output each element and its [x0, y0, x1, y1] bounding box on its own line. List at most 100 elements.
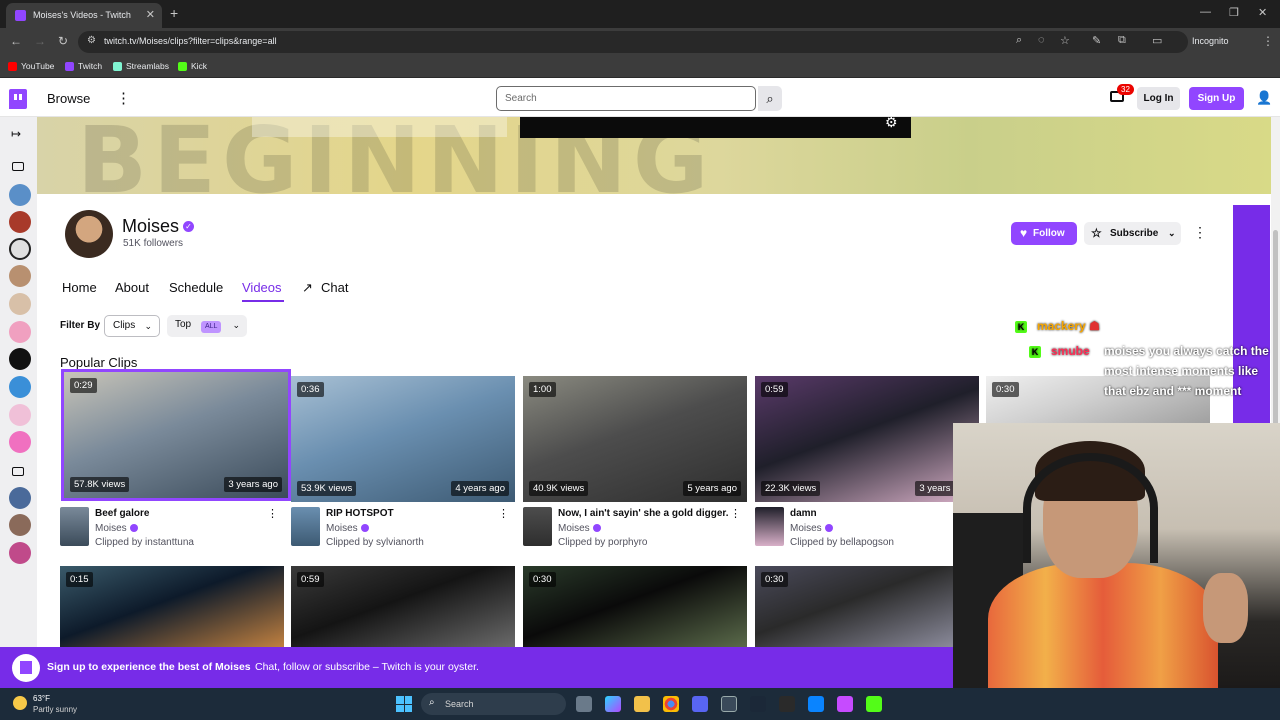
signup-banner[interactable]: Sign up to experience the best of Moises… — [0, 647, 953, 688]
browse-link[interactable]: Browse — [47, 91, 90, 106]
clip-more-icon[interactable]: ⋮ — [267, 507, 278, 520]
windows-start-icon[interactable] — [396, 696, 412, 712]
task-view-icon[interactable] — [576, 696, 592, 712]
app-icon[interactable] — [837, 696, 853, 712]
tab-chat[interactable]: Chat — [321, 280, 348, 295]
signup-button[interactable]: Sign Up — [1189, 87, 1244, 110]
filter-type-dropdown[interactable]: Clips ⌄ — [104, 315, 160, 337]
tab-about[interactable]: About — [115, 280, 149, 295]
tab-videos[interactable]: Videos — [242, 280, 282, 295]
minimize-icon[interactable]: — — [1200, 6, 1211, 18]
sidebar-channel-avatar[interactable] — [9, 487, 31, 509]
follow-button[interactable]: Follow — [1011, 222, 1077, 245]
settings-gear-icon[interactable]: ⚙ — [885, 117, 898, 131]
clip-title[interactable]: damn — [790, 508, 960, 519]
sidebar-channel-avatar[interactable] — [9, 321, 31, 343]
sort-range-dropdown[interactable]: Top ALL ⌄ — [167, 315, 247, 337]
clip-thumbnail[interactable]: 1:00 40.9K views 5 years ago — [523, 376, 747, 502]
clip-more-icon[interactable]: ⋮ — [730, 507, 741, 520]
screen: { "browser": { "tab_title": "Moises's Vi… — [0, 0, 1280, 720]
tab-schedule[interactable]: Schedule — [169, 280, 223, 295]
clip-author[interactable]: Moises — [326, 523, 369, 534]
file-explorer-icon[interactable] — [634, 696, 650, 712]
app-icon[interactable] — [808, 696, 824, 712]
search-input[interactable]: Search — [496, 86, 756, 111]
expand-sidebar-icon[interactable]: ↦ — [11, 127, 21, 141]
sidebar-channel-avatar[interactable] — [9, 184, 31, 206]
browser-menu-icon[interactable]: ⋮ — [1262, 34, 1274, 48]
game-boxart[interactable] — [755, 507, 784, 546]
game-boxart[interactable] — [523, 507, 552, 546]
sidebar-channel-avatar[interactable] — [9, 404, 31, 426]
sidebar-channel-avatar[interactable] — [9, 376, 31, 398]
user-menu-icon[interactable]: 👤 — [1256, 90, 1272, 106]
incognito-label[interactable]: Incognito — [1192, 36, 1229, 46]
channel-more-icon[interactable]: ⋮ — [1193, 224, 1207, 241]
eye-off-icon[interactable]: ◌ — [1038, 34, 1045, 46]
discord-icon[interactable] — [692, 696, 708, 712]
bookmark-streamlabs[interactable]: Streamlabs — [113, 61, 169, 71]
channel-name[interactable]: Moises — [122, 216, 179, 237]
clip-thumbnail[interactable]: 0:29 57.8K views 3 years ago — [61, 369, 291, 501]
bookmark-youtube[interactable]: YouTube — [8, 61, 54, 71]
url-field[interactable]: ⚙ twitch.tv/Moises/clips?filter=clips&ra… — [78, 31, 1188, 53]
mini-player[interactable] — [520, 117, 911, 138]
clip-author[interactable]: Moises — [95, 523, 138, 534]
sidebar-channel-avatar[interactable] — [9, 293, 31, 315]
twitch-logo-icon[interactable] — [9, 89, 27, 109]
clip-thumbnail[interactable]: 0:59 22.3K views 3 years ago — [755, 376, 979, 502]
bookmark-twitch[interactable]: Twitch — [65, 61, 102, 71]
chat-message: moises you always catch the most intense… — [1104, 344, 1269, 398]
game-boxart[interactable] — [291, 507, 320, 546]
sidebar-channel-avatar[interactable] — [9, 514, 31, 536]
game-boxart[interactable] — [60, 507, 89, 546]
sidebar-channel-avatar[interactable] — [9, 348, 31, 370]
steam-icon[interactable] — [750, 696, 766, 712]
clip-thumbnail[interactable]: 0:30 — [523, 566, 747, 647]
copilot-icon[interactable] — [605, 696, 621, 712]
clip-thumbnail[interactable]: 0:36 53.9K views 4 years ago — [291, 376, 515, 502]
split-view-icon[interactable]: ▭ — [1152, 34, 1162, 47]
kick-app-icon[interactable] — [866, 696, 882, 712]
clip-thumbnail[interactable]: 0:30 — [755, 566, 953, 647]
sidebar-channel-avatar[interactable] — [9, 265, 31, 287]
more-options-icon[interactable]: ⋮ — [116, 89, 131, 107]
clip-title[interactable]: RIP HOTSPOT — [326, 508, 496, 519]
clip-author[interactable]: Moises — [558, 523, 601, 534]
clip-thumbnail[interactable]: 0:15 — [60, 566, 284, 647]
browser-tab[interactable]: Moises's Videos - Twitch ✕ — [6, 3, 162, 28]
sidebar-channel-avatar[interactable] — [9, 431, 31, 453]
chrome-icon[interactable] — [663, 696, 679, 712]
bookmark-star-icon[interactable]: ☆ — [1060, 34, 1070, 47]
weather-icon[interactable] — [13, 696, 27, 710]
site-info-icon[interactable]: ⚙ — [87, 35, 96, 46]
clip-title[interactable]: Now, I ain't sayin' she a gold digger... — [558, 508, 728, 519]
subscribe-button[interactable]: ☆ Subscribe ⌄ — [1084, 222, 1181, 245]
obs-icon[interactable] — [721, 696, 737, 712]
sidebar-channel-avatar[interactable] — [9, 211, 31, 233]
close-tab-icon[interactable]: ✕ — [146, 8, 155, 21]
zoom-icon[interactable]: ⌕ — [1016, 34, 1022, 47]
search-icon[interactable]: ⌕ — [758, 86, 782, 111]
streamer-hand — [1203, 573, 1248, 643]
new-tab-icon[interactable]: + — [170, 5, 178, 21]
login-button[interactable]: Log In — [1137, 87, 1180, 110]
clip-author[interactable]: Moises — [790, 523, 833, 534]
sidebar-channel-avatar[interactable] — [9, 238, 31, 260]
bookmark-kick[interactable]: Kick — [178, 61, 207, 71]
epic-games-icon[interactable] — [779, 696, 795, 712]
extension-icon[interactable]: ✎ — [1092, 34, 1101, 47]
forward-icon[interactable]: → — [34, 34, 46, 48]
clip-title[interactable]: Beef galore — [95, 508, 265, 519]
maximize-icon[interactable]: ❐ — [1229, 6, 1239, 19]
tab-home[interactable]: Home — [62, 280, 97, 295]
close-window-icon[interactable]: ✕ — [1258, 6, 1267, 19]
clip-more-icon[interactable]: ⋮ — [498, 507, 509, 520]
puzzle-icon[interactable]: ⧉ — [1118, 34, 1126, 47]
taskbar-search[interactable]: ⌕ Search — [421, 693, 566, 715]
clip-thumbnail[interactable]: 0:59 — [291, 566, 515, 647]
reload-icon[interactable]: ↻ — [58, 34, 68, 48]
channel-avatar[interactable] — [65, 210, 113, 258]
sidebar-channel-avatar[interactable] — [9, 542, 31, 564]
back-icon[interactable]: ← — [10, 34, 22, 48]
